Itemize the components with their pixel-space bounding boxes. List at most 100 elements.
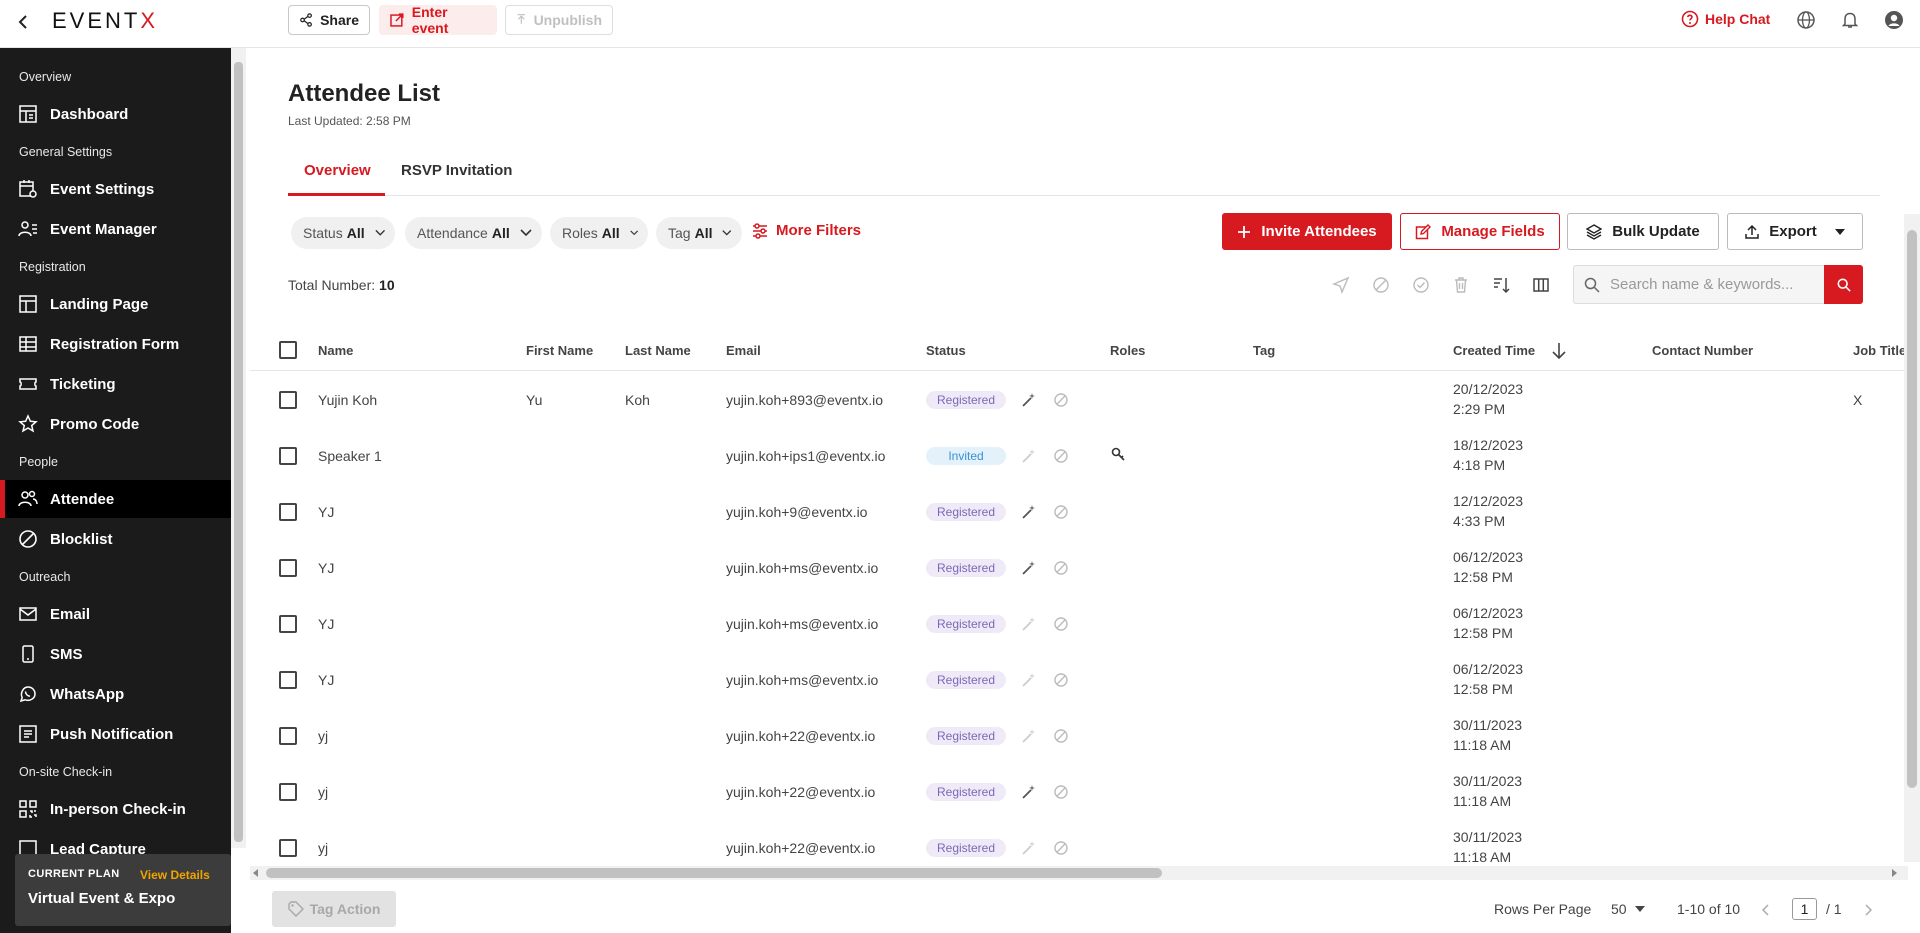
table-row[interactable]: Yujin Koh Yu Koh yujin.koh+893@eventx.io Reg… [250, 372, 1908, 428]
row-checkbox[interactable] [279, 671, 297, 689]
invite-attendees-button[interactable]: Invite Attendees [1222, 213, 1392, 250]
sidebar-item-blocklist[interactable]: Blocklist [0, 520, 231, 558]
table-row[interactable]: YJ yujin.koh+ms@eventx.io Registered 06/12/… [250, 540, 1908, 596]
tab-overview[interactable]: Overview [304, 162, 371, 179]
sidebar-item-registration-form[interactable]: Registration Form [0, 325, 231, 363]
chevron-right-icon[interactable] [1864, 904, 1872, 916]
columns-icon[interactable] [1530, 274, 1552, 296]
sidebar-item-email[interactable]: Email [0, 595, 231, 633]
column-header-status[interactable]: Status [926, 343, 966, 358]
row-checkbox[interactable] [279, 447, 297, 465]
arrow-down-icon[interactable] [1552, 342, 1566, 360]
vertical-scrollbar-thumb[interactable] [1907, 230, 1917, 788]
table-row[interactable]: yj yujin.koh+22@eventx.io Registered 30/11/… [250, 708, 1908, 764]
view-details-link[interactable]: View Details [140, 868, 210, 882]
search-button[interactable] [1824, 265, 1863, 304]
column-header-last-name[interactable]: Last Name [625, 343, 691, 358]
row-checkbox[interactable] [279, 503, 297, 521]
magic-wand-icon[interactable] [1021, 784, 1037, 800]
block-icon[interactable] [1053, 504, 1069, 520]
block-icon[interactable] [1053, 560, 1069, 576]
table-row[interactable]: yj yujin.koh+22@eventx.io Registered 30/11/… [250, 764, 1908, 820]
eventx-logo[interactable]: EVENTX [52, 8, 158, 34]
sidebar-item-event-manager[interactable]: Event Manager [0, 210, 231, 248]
sidebar-item-whatsapp[interactable]: WhatsApp [0, 675, 231, 713]
table-row[interactable]: YJ yujin.koh+ms@eventx.io Registered 06/12/… [250, 596, 1908, 652]
scroll-left-icon[interactable] [252, 869, 260, 877]
page-number-input[interactable]: 1 [1792, 898, 1817, 920]
sidebar-item-push-notification[interactable]: Push Notification [0, 715, 231, 753]
horizontal-scrollbar-thumb[interactable] [266, 868, 1162, 878]
column-header-job-title[interactable]: Job Title [1853, 343, 1906, 358]
enter-event-button[interactable]: Enter event [379, 4, 497, 36]
block-icon[interactable] [1053, 616, 1069, 632]
user-avatar-icon[interactable] [1884, 10, 1904, 30]
trash-icon[interactable] [1450, 274, 1472, 296]
back-icon[interactable] [18, 10, 34, 34]
scroll-right-icon[interactable] [1890, 869, 1898, 877]
more-filters-button[interactable]: More Filters [752, 222, 861, 239]
magic-wand-icon[interactable] [1021, 672, 1037, 688]
sidebar-item-landing-page[interactable]: Landing Page [0, 285, 231, 323]
magic-wand-icon[interactable] [1021, 616, 1037, 632]
block-icon[interactable] [1053, 840, 1069, 856]
filter-roles[interactable]: Roles All [550, 217, 648, 249]
sidebar-item-in-person-check-in[interactable]: In-person Check-in [0, 790, 231, 828]
sidebar-item-dashboard[interactable]: Dashboard [0, 95, 231, 133]
sidebar-item-ticketing[interactable]: Ticketing [0, 365, 231, 403]
tag-action-button[interactable]: Tag Action [272, 891, 396, 927]
table-row[interactable]: Speaker 1 yujin.koh+ips1@eventx.io Invited… [250, 428, 1908, 484]
column-header-contact-number[interactable]: Contact Number [1652, 343, 1753, 358]
magic-wand-icon[interactable] [1021, 448, 1037, 464]
send-icon[interactable] [1330, 274, 1352, 296]
filter-status[interactable]: Status All [291, 217, 395, 249]
column-header-email[interactable]: Email [726, 343, 761, 358]
manage-fields-button[interactable]: Manage Fields [1400, 213, 1560, 250]
filter-tag[interactable]: Tag All [656, 217, 742, 249]
block-icon[interactable] [1370, 274, 1392, 296]
row-checkbox[interactable] [279, 783, 297, 801]
check-circle-icon[interactable] [1410, 274, 1432, 296]
export-button[interactable]: Export [1727, 213, 1863, 250]
magic-wand-icon[interactable] [1021, 560, 1037, 576]
column-header-roles[interactable]: Roles [1110, 343, 1145, 358]
block-icon[interactable] [1053, 672, 1069, 688]
sidebar-item-event-settings[interactable]: Event Settings [0, 170, 231, 208]
row-checkbox[interactable] [279, 615, 297, 633]
help-chat-button[interactable]: Help Chat [1681, 10, 1770, 28]
sidebar-item-promo-code[interactable]: Promo Code [0, 405, 231, 443]
sidebar-item-attendee[interactable]: Attendee [0, 480, 231, 518]
magic-wand-icon[interactable] [1021, 728, 1037, 744]
row-checkbox[interactable] [279, 391, 297, 409]
tab-rsvp-invitation[interactable]: RSVP Invitation [401, 162, 512, 179]
row-checkbox[interactable] [279, 839, 297, 857]
sidebar-item-sms[interactable]: SMS [0, 635, 231, 673]
bell-icon[interactable] [1840, 10, 1860, 30]
block-icon[interactable] [1053, 448, 1069, 464]
row-checkbox[interactable] [279, 559, 297, 577]
select-all-checkbox[interactable] [279, 341, 297, 359]
magic-wand-icon[interactable] [1021, 840, 1037, 856]
sort-icon[interactable] [1490, 274, 1512, 296]
chevron-left-icon[interactable] [1762, 904, 1770, 916]
unpublish-button[interactable]: Unpublish [505, 5, 613, 35]
table-row[interactable]: YJ yujin.koh+9@eventx.io Registered 12/12/2… [250, 484, 1908, 540]
column-header-created-time[interactable]: Created Time [1453, 343, 1535, 358]
column-header-name[interactable]: Name [318, 343, 353, 358]
block-icon[interactable] [1053, 728, 1069, 744]
magic-wand-icon[interactable] [1021, 504, 1037, 520]
block-icon[interactable] [1053, 392, 1069, 408]
column-header-tag[interactable]: Tag [1253, 343, 1275, 358]
sidebar-scrollbar-thumb[interactable] [234, 62, 243, 842]
share-button[interactable]: Share [288, 5, 370, 35]
rows-per-page-select[interactable]: 50 [1611, 901, 1645, 917]
table-row[interactable]: YJ yujin.koh+ms@eventx.io Registered 06/12/… [250, 652, 1908, 708]
filter-attendance[interactable]: Attendance All [405, 217, 542, 249]
bulk-update-button[interactable]: Bulk Update [1567, 213, 1719, 250]
column-header-first-name[interactable]: First Name [526, 343, 593, 358]
magic-wand-icon[interactable] [1021, 392, 1037, 408]
search-input[interactable] [1610, 276, 1810, 293]
row-checkbox[interactable] [279, 727, 297, 745]
globe-icon[interactable] [1796, 10, 1816, 30]
block-icon[interactable] [1053, 784, 1069, 800]
